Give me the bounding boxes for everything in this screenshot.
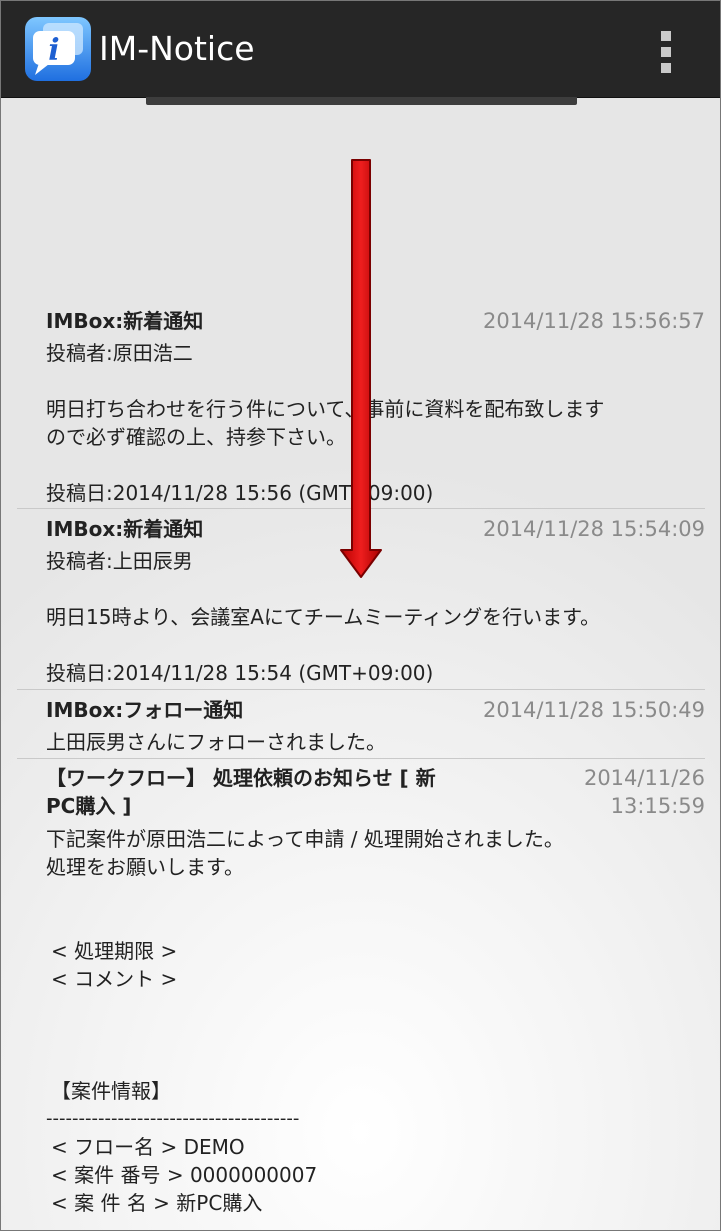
notification-date: 2014/11/28 15:50:49 xyxy=(482,698,705,722)
screen: i IM-Notice IMBox:新着通知 2014/11/28 15:56:… xyxy=(0,0,721,1231)
posted-date-line: 投稿日:2014/11/28 15:54 (GMT+09:00) xyxy=(46,661,434,685)
app-title: IM-Notice xyxy=(99,29,255,68)
body-line: < 処理期限 > xyxy=(51,939,178,963)
notification-item[interactable]: IMBox:フォロー通知 2014/11/28 15:50:49 上田辰男さんに… xyxy=(17,690,705,759)
body-line: 処理をお願いします。 xyxy=(46,855,244,879)
body-line: ので必ず確認の上、持参下さい。 xyxy=(46,425,346,449)
notification-time: 13:15:59 xyxy=(610,794,705,818)
pull-handle[interactable] xyxy=(146,97,577,105)
poster-line: 投稿者:上田辰男 xyxy=(46,549,193,573)
svg-text:i: i xyxy=(48,33,59,68)
notification-title: 【ワークフロー】 処理依頼のお知らせ [ 新 xyxy=(46,766,436,790)
notification-title: IMBox:フォロー通知 xyxy=(46,698,244,722)
overflow-menu-icon[interactable] xyxy=(649,25,683,75)
body-line: < コメント > xyxy=(51,967,178,991)
notification-date: 2014/11/28 15:56:57 xyxy=(482,309,705,333)
notification-title: IMBox:新着通知 xyxy=(46,517,204,541)
notification-item[interactable]: 【ワークフロー】 処理依頼のお知らせ [ 新 PC購入 ] 2014/11/26… xyxy=(17,759,705,1229)
notification-date: 2014/11/26 xyxy=(583,766,705,790)
body-line: < フロー名 > DEMO xyxy=(51,1135,245,1159)
notification-title: IMBox:新着通知 xyxy=(46,309,204,333)
down-arrow-icon xyxy=(340,159,382,578)
notification-title-continued: PC購入 ] xyxy=(46,794,132,818)
body-line: < 案件 番号 > 0000000007 xyxy=(51,1163,318,1187)
action-bar: i IM-Notice xyxy=(1,1,720,98)
poster-line: 投稿者:原田浩二 xyxy=(46,341,193,365)
notification-date: 2014/11/28 15:54:09 xyxy=(482,517,705,541)
body-line: < 案 件 名 > 新PC購入 xyxy=(51,1191,263,1215)
body-line: 上田辰男さんにフォローされました。 xyxy=(46,730,386,754)
divider-line: --------------------------------------- xyxy=(46,1108,300,1129)
section-heading: 【案件情報】 xyxy=(51,1079,171,1103)
body-line: 明日打ち合わせを行う件について、事前に資料を配布致します xyxy=(46,397,605,421)
body-line: 明日15時より、会議室Aにてチームミーティングを行います。 xyxy=(46,605,601,629)
app-logo-icon[interactable]: i xyxy=(25,17,91,81)
body-line: 下記案件が原田浩二によって申請 / 処理開始されました。 xyxy=(46,827,564,851)
